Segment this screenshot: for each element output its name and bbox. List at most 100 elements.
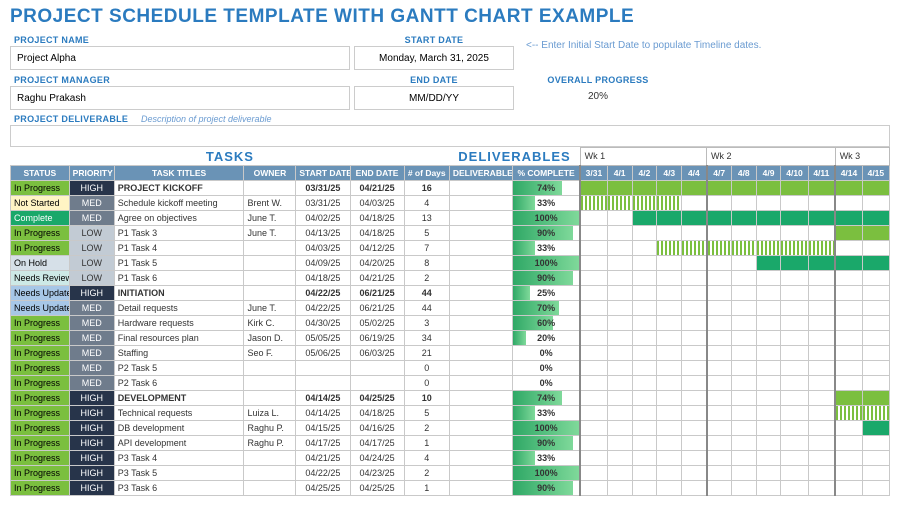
pct-cell[interactable]: 90% (513, 225, 581, 240)
start-cell[interactable]: 05/06/25 (296, 345, 350, 360)
pct-cell[interactable]: 100% (513, 465, 581, 480)
start-cell[interactable]: 04/14/25 (296, 405, 350, 420)
deliverable-input[interactable] (10, 125, 890, 147)
priority-cell[interactable]: HIGH (69, 390, 114, 405)
end-cell[interactable]: 06/19/25 (350, 330, 404, 345)
priority-cell[interactable]: HIGH (69, 435, 114, 450)
days-cell[interactable]: 4 (404, 195, 449, 210)
status-cell[interactable]: In Progress (11, 345, 70, 360)
priority-cell[interactable]: MED (69, 375, 114, 390)
priority-cell[interactable]: MED (69, 315, 114, 330)
pct-cell[interactable]: 33% (513, 405, 581, 420)
pct-cell[interactable]: 20% (513, 330, 581, 345)
col-owner[interactable]: OWNER (244, 165, 296, 180)
table-row[interactable]: In ProgressHIGHPROJECT KICKOFF03/31/2504… (11, 180, 890, 195)
days-cell[interactable]: 5 (404, 405, 449, 420)
owner-cell[interactable]: Raghu P. (244, 420, 296, 435)
status-cell[interactable]: In Progress (11, 390, 70, 405)
start-cell[interactable]: 04/15/25 (296, 420, 350, 435)
priority-cell[interactable]: MED (69, 300, 114, 315)
start-cell[interactable]: 04/14/25 (296, 390, 350, 405)
end-cell[interactable]: 05/02/25 (350, 315, 404, 330)
task-cell[interactable]: P3 Task 6 (114, 480, 244, 495)
start-cell[interactable]: 04/22/25 (296, 285, 350, 300)
start-cell[interactable]: 04/22/25 (296, 300, 350, 315)
deliverable-cell[interactable] (449, 285, 512, 300)
deliverable-cell[interactable] (449, 330, 512, 345)
task-cell[interactable]: Agree on objectives (114, 210, 244, 225)
deliverable-cell[interactable] (449, 240, 512, 255)
start-cell[interactable]: 05/05/25 (296, 330, 350, 345)
table-row[interactable]: On HoldLOWP1 Task 504/09/2504/20/258100% (11, 255, 890, 270)
priority-cell[interactable]: HIGH (69, 285, 114, 300)
priority-cell[interactable]: MED (69, 360, 114, 375)
task-cell[interactable]: Schedule kickoff meeting (114, 195, 244, 210)
pct-cell[interactable]: 33% (513, 195, 581, 210)
days-cell[interactable]: 7 (404, 240, 449, 255)
task-cell[interactable]: P2 Task 5 (114, 360, 244, 375)
status-cell[interactable]: In Progress (11, 180, 70, 195)
deliverable-cell[interactable] (449, 255, 512, 270)
status-cell[interactable]: In Progress (11, 450, 70, 465)
pct-cell[interactable]: 100% (513, 255, 581, 270)
start-date-input[interactable] (354, 46, 514, 70)
pct-cell[interactable]: 90% (513, 435, 581, 450)
task-cell[interactable]: Technical requests (114, 405, 244, 420)
status-cell[interactable]: On Hold (11, 255, 70, 270)
deliverable-cell[interactable] (449, 420, 512, 435)
priority-cell[interactable]: LOW (69, 225, 114, 240)
start-cell[interactable]: 04/13/25 (296, 225, 350, 240)
end-cell[interactable]: 04/21/25 (350, 270, 404, 285)
status-cell[interactable]: Needs Update (11, 300, 70, 315)
table-row[interactable]: In ProgressMEDStaffingSeo F.05/06/2506/0… (11, 345, 890, 360)
table-row[interactable]: In ProgressHIGHP3 Task 404/21/2504/24/25… (11, 450, 890, 465)
priority-cell[interactable]: HIGH (69, 465, 114, 480)
col-status[interactable]: STATUS (11, 165, 70, 180)
status-cell[interactable]: In Progress (11, 480, 70, 495)
status-cell[interactable]: In Progress (11, 435, 70, 450)
end-cell[interactable]: 04/17/25 (350, 435, 404, 450)
end-cell[interactable] (350, 360, 404, 375)
table-row[interactable]: In ProgressLOWP1 Task 404/03/2504/12/257… (11, 240, 890, 255)
priority-cell[interactable]: HIGH (69, 420, 114, 435)
owner-cell[interactable] (244, 240, 296, 255)
end-cell[interactable]: 04/12/25 (350, 240, 404, 255)
deliverable-cell[interactable] (449, 270, 512, 285)
owner-cell[interactable] (244, 360, 296, 375)
col-start[interactable]: START DATE (296, 165, 350, 180)
task-cell[interactable]: API development (114, 435, 244, 450)
days-cell[interactable]: 2 (404, 270, 449, 285)
deliverable-cell[interactable] (449, 450, 512, 465)
table-row[interactable]: Needs UpdateHIGHINITIATION04/22/2506/21/… (11, 285, 890, 300)
pct-cell[interactable]: 74% (513, 180, 581, 195)
table-row[interactable]: In ProgressHIGHP3 Task 604/25/2504/25/25… (11, 480, 890, 495)
deliverable-cell[interactable] (449, 360, 512, 375)
pct-cell[interactable]: 60% (513, 315, 581, 330)
status-cell[interactable]: Needs Review (11, 270, 70, 285)
pct-cell[interactable]: 90% (513, 480, 581, 495)
days-cell[interactable]: 21 (404, 345, 449, 360)
owner-cell[interactable]: June T. (244, 300, 296, 315)
days-cell[interactable]: 34 (404, 330, 449, 345)
status-cell[interactable]: In Progress (11, 315, 70, 330)
owner-cell[interactable] (244, 390, 296, 405)
end-cell[interactable]: 04/16/25 (350, 420, 404, 435)
table-row[interactable]: In ProgressHIGHAPI developmentRaghu P.04… (11, 435, 890, 450)
col-days[interactable]: # of Days (404, 165, 449, 180)
priority-cell[interactable]: HIGH (69, 450, 114, 465)
priority-cell[interactable]: HIGH (69, 180, 114, 195)
col-end[interactable]: END DATE (350, 165, 404, 180)
status-cell[interactable]: In Progress (11, 465, 70, 480)
end-cell[interactable]: 06/21/25 (350, 285, 404, 300)
end-cell[interactable]: 06/21/25 (350, 300, 404, 315)
col-deliverable[interactable]: DELIVERABLE (449, 165, 512, 180)
priority-cell[interactable]: HIGH (69, 480, 114, 495)
start-cell[interactable]: 04/17/25 (296, 435, 350, 450)
table-row[interactable]: In ProgressMEDHardware requestsKirk C.04… (11, 315, 890, 330)
days-cell[interactable]: 8 (404, 255, 449, 270)
deliverable-cell[interactable] (449, 345, 512, 360)
task-cell[interactable]: P1 Task 4 (114, 240, 244, 255)
deliverable-cell[interactable] (449, 480, 512, 495)
start-cell[interactable] (296, 375, 350, 390)
pct-cell[interactable]: 100% (513, 420, 581, 435)
